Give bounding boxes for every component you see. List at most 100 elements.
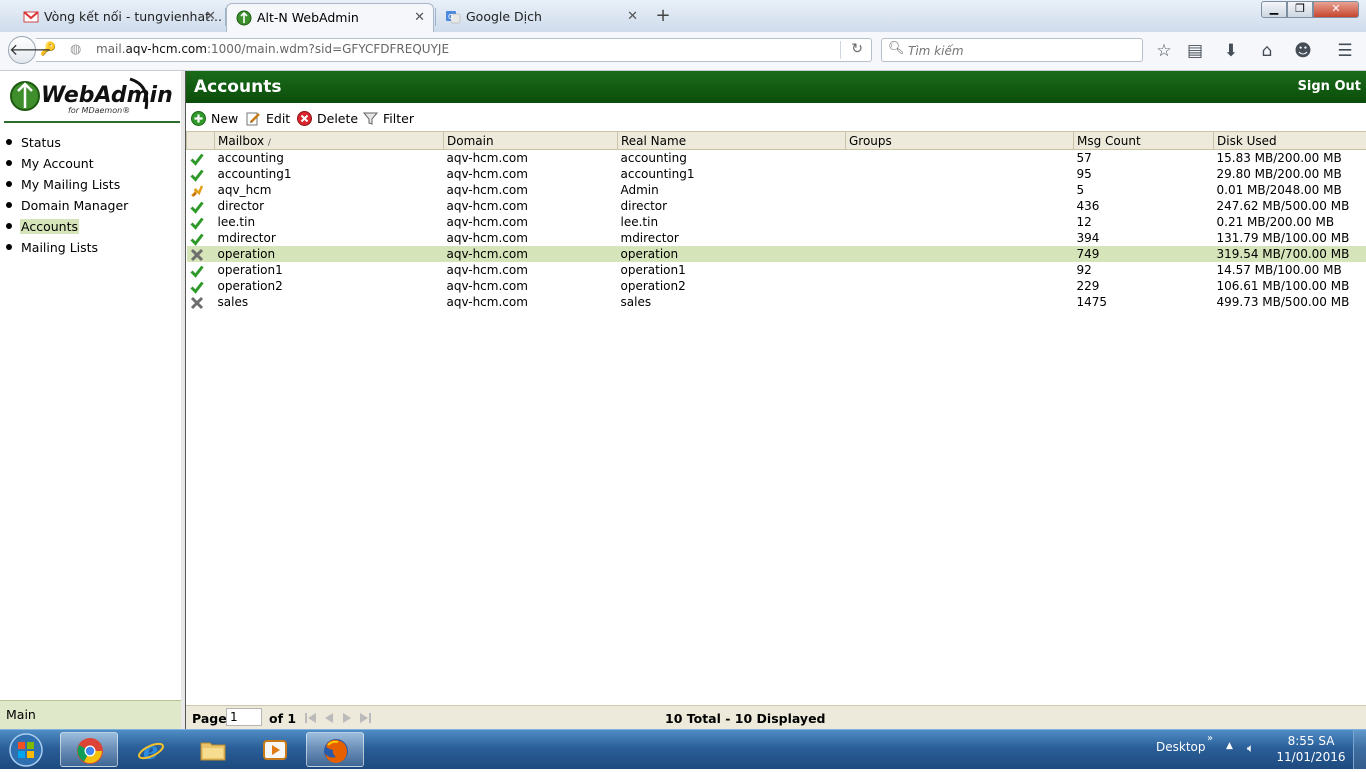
- search-input[interactable]: [906, 41, 1140, 61]
- column-header-groups[interactable]: Groups: [846, 132, 1074, 150]
- filter-button-label: Filter: [383, 111, 414, 126]
- search-box[interactable]: 🔍︎: [881, 38, 1143, 62]
- column-header-disk-used[interactable]: Disk Used: [1214, 132, 1366, 150]
- close-window-button[interactable]: ✕: [1313, 1, 1359, 18]
- internet-explorer-icon: e: [137, 736, 165, 764]
- delete-button[interactable]: Delete: [297, 109, 358, 129]
- home-icon[interactable]: ⌂: [1256, 40, 1278, 62]
- sidebar-item-mailing-lists[interactable]: Mailing Lists: [0, 240, 129, 261]
- table-row[interactable]: salesaqv-hcm.comsales1475499.73 MB/500.0…: [187, 294, 1366, 310]
- svg-text:e: e: [143, 736, 158, 764]
- cell-disk-used: 14.57 MB/100.00 MB: [1214, 262, 1366, 278]
- filter-button[interactable]: Filter: [363, 109, 414, 129]
- disabled-x-icon: [190, 296, 204, 310]
- url-host: aqv-hcm.com: [126, 42, 207, 56]
- enabled-check-icon: [190, 264, 204, 278]
- table-row[interactable]: operation1aqv-hcm.comoperation19214.57 M…: [187, 262, 1366, 278]
- table-row[interactable]: accounting1aqv-hcm.comaccounting19529.80…: [187, 166, 1366, 182]
- chat-icon[interactable]: ☻: [1292, 40, 1314, 62]
- toolbar-expand-icon[interactable]: »: [1207, 733, 1213, 744]
- close-tab-icon[interactable]: ✕: [205, 3, 216, 30]
- close-tab-icon[interactable]: ✕: [627, 3, 638, 30]
- taskbar-chrome[interactable]: [60, 732, 118, 767]
- globe-icon[interactable]: ◍: [70, 42, 81, 57]
- sidebar-item-accounts[interactable]: Accounts: [0, 219, 129, 240]
- cell-real-name: operation: [618, 246, 846, 262]
- system-clock[interactable]: 8:55 SA 11/01/2016: [1276, 733, 1346, 765]
- cell-groups: [846, 294, 1074, 310]
- sign-out-link[interactable]: Sign Out: [1298, 79, 1361, 94]
- taskbar-media-player[interactable]: [246, 732, 304, 767]
- taskbar-firefox[interactable]: [306, 732, 364, 767]
- cell-disk-used: 0.21 MB/200.00 MB: [1214, 214, 1366, 230]
- reload-icon[interactable]: ↻: [851, 41, 863, 57]
- previous-page-icon[interactable]: [322, 712, 336, 724]
- url-bar[interactable]: 🔑 ◍ mail.aqv-hcm.com:1000/main.wdm?sid=G…: [36, 38, 872, 62]
- minimize-button[interactable]: ▁: [1261, 1, 1287, 18]
- cell-real-name: director: [618, 198, 846, 214]
- taskbar-file-explorer[interactable]: [184, 732, 242, 767]
- restore-button[interactable]: ❐: [1287, 1, 1313, 18]
- main-content: Accounts Sign Out New Edit: [185, 71, 1366, 729]
- status-cell: [187, 182, 215, 198]
- menu-icon[interactable]: ☰: [1334, 40, 1356, 62]
- desktop-toolbar-label[interactable]: Desktop: [1156, 740, 1206, 754]
- sidebar-item-domain-manager[interactable]: Domain Manager: [0, 198, 129, 219]
- volume-icon[interactable]: 🔈︎: [1247, 741, 1254, 756]
- table-row[interactable]: operationaqv-hcm.comoperation749319.54 M…: [187, 246, 1366, 262]
- reading-list-icon[interactable]: ▤: [1184, 40, 1206, 62]
- bookmark-star-icon[interactable]: ☆: [1153, 40, 1175, 62]
- sidebar-item-my-account[interactable]: My Account: [0, 156, 129, 177]
- webadmin-logo[interactable]: WebAdmin for MDaemon®: [8, 75, 178, 119]
- delete-button-label: Delete: [317, 111, 358, 126]
- tab-divider: [435, 8, 436, 26]
- table-row[interactable]: aqv_hcmaqv-hcm.comAdmin50.01 MB/2048.00 …: [187, 182, 1366, 198]
- tab-title: Vòng kết nối - tungvienhat...: [44, 9, 222, 24]
- first-page-icon[interactable]: [304, 712, 318, 724]
- last-page-icon[interactable]: [358, 712, 372, 724]
- column-header-msg-count[interactable]: Msg Count: [1074, 132, 1214, 150]
- cell-groups: [846, 246, 1074, 262]
- cell-msg-count: 57: [1074, 150, 1214, 167]
- table-row[interactable]: mdirectoraqv-hcm.commdirector394131.79 M…: [187, 230, 1366, 246]
- windows-taskbar: e Desktop » ▲ 🔈︎ 8:55 SA 11/01/2016: [0, 729, 1366, 769]
- sidebar-item-status[interactable]: Status: [0, 135, 129, 156]
- tab-gmail[interactable]: Vòng kết nối - tungvienhat... ✕: [14, 3, 224, 32]
- table-row[interactable]: lee.tinaqv-hcm.comlee.tin120.21 MB/200.0…: [187, 214, 1366, 230]
- clock-time: 8:55 SA: [1276, 733, 1346, 749]
- next-page-icon[interactable]: [340, 712, 354, 724]
- tab-webadmin[interactable]: Alt-N WebAdmin ✕: [226, 3, 434, 32]
- cell-disk-used: 29.80 MB/200.00 MB: [1214, 166, 1366, 182]
- edit-button[interactable]: Edit: [246, 109, 290, 129]
- url-text[interactable]: mail.aqv-hcm.com:1000/main.wdm?sid=GFYCF…: [96, 42, 449, 56]
- new-button-label: New: [211, 111, 238, 126]
- start-button[interactable]: [4, 731, 48, 769]
- table-row[interactable]: directoraqv-hcm.comdirector436247.62 MB/…: [187, 198, 1366, 214]
- cell-real-name: sales: [618, 294, 846, 310]
- column-header-domain[interactable]: Domain: [444, 132, 618, 150]
- download-icon[interactable]: ⬇: [1220, 40, 1242, 62]
- tray-overflow-icon[interactable]: ▲: [1226, 741, 1233, 751]
- back-button[interactable]: 🡐: [8, 36, 36, 64]
- new-button[interactable]: New: [191, 109, 238, 129]
- taskbar-internet-explorer[interactable]: e: [122, 732, 180, 767]
- new-tab-button[interactable]: +: [652, 3, 674, 29]
- tab-google-translate[interactable]: G Google Dịch ✕: [436, 3, 646, 32]
- cell-domain: aqv-hcm.com: [444, 278, 618, 294]
- cell-real-name: mdirector: [618, 230, 846, 246]
- cell-groups: [846, 150, 1074, 167]
- column-header-real-name[interactable]: Real Name: [618, 132, 846, 150]
- page-number-input[interactable]: [226, 708, 262, 726]
- sidebar-footer[interactable]: Main: [0, 700, 181, 729]
- table-row[interactable]: operation2aqv-hcm.comoperation2229106.61…: [187, 278, 1366, 294]
- sidebar-item-my-mailing-lists[interactable]: My Mailing Lists: [0, 177, 129, 198]
- column-header-mailbox[interactable]: Mailbox /: [215, 132, 444, 150]
- webadmin-icon: [236, 10, 252, 26]
- close-tab-icon[interactable]: ✕: [414, 4, 425, 31]
- delete-icon: [297, 111, 312, 126]
- status-cell: [187, 198, 215, 214]
- cell-domain: aqv-hcm.com: [444, 294, 618, 310]
- add-icon: [191, 111, 206, 126]
- table-row[interactable]: accountingaqv-hcm.comaccounting5715.83 M…: [187, 150, 1366, 167]
- show-desktop-button[interactable]: [1353, 730, 1366, 769]
